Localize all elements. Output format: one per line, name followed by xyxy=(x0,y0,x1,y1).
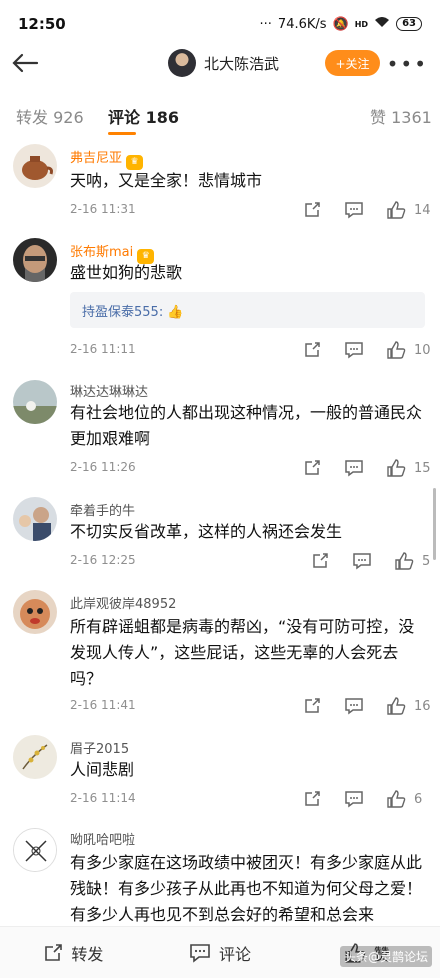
user-avatar[interactable] xyxy=(13,735,57,779)
follow-button[interactable]: +关注 xyxy=(325,50,380,76)
repost-label: 转发 xyxy=(71,944,104,964)
like-count: 10 xyxy=(414,342,431,358)
reply-icon[interactable] xyxy=(342,787,366,811)
tab-repost-count: 926 xyxy=(53,108,84,127)
like-count: 5 xyxy=(422,553,431,569)
comment-username[interactable]: 琳达达琳琳达 xyxy=(70,381,148,400)
comment-actions: 10 xyxy=(300,338,431,362)
comment-time: 2-16 11:11 xyxy=(70,342,136,356)
share-icon[interactable] xyxy=(300,338,324,362)
reply-preview[interactable]: 持盈保泰555: 👍 xyxy=(70,292,425,328)
comment-username[interactable]: 弗吉尼亚 ♛ xyxy=(70,147,144,170)
reply-icon[interactable] xyxy=(350,549,374,573)
network-speed: 74.6K/s xyxy=(277,16,327,32)
like-count: 16 xyxy=(414,698,431,714)
tab-comments-count: 186 xyxy=(145,108,179,127)
tab-repost[interactable]: 转发 926 xyxy=(16,104,84,128)
reply-icon[interactable] xyxy=(342,694,366,718)
mute-icon: 🔕 xyxy=(332,16,349,32)
comment-actions: 6 xyxy=(300,787,422,811)
comment-text: 不切实反省改革，这样的人祸还会发生 xyxy=(70,522,343,541)
share-icon[interactable] xyxy=(300,198,324,222)
back-button[interactable] xyxy=(0,40,50,86)
like-icon[interactable] xyxy=(392,549,416,573)
comment-username[interactable]: 牵着手的牛 xyxy=(70,500,135,519)
comment-actions: 15 xyxy=(300,456,431,480)
comment-text: 所有辟谣蛆都是病毒的帮凶，“没有可防可控，没发现人传人”，这些屁话，这些无辜的人… xyxy=(70,617,415,688)
comment-time: 2-16 12:25 xyxy=(70,553,136,567)
comment-time: 2-16 11:26 xyxy=(70,460,136,474)
share-icon[interactable] xyxy=(300,456,324,480)
like-count: 14 xyxy=(414,202,431,218)
scrollbar[interactable] xyxy=(433,488,436,560)
comment-text: 人间悲剧 xyxy=(70,760,135,779)
tab-likes-label: 赞 xyxy=(370,108,387,127)
share-icon[interactable] xyxy=(308,549,332,573)
like-icon[interactable] xyxy=(384,198,408,222)
comment-username[interactable]: 呦吼哈吧啦 xyxy=(70,829,135,848)
comment-time: 2-16 11:31 xyxy=(70,202,136,216)
user-avatar[interactable] xyxy=(13,497,57,541)
reply-icon[interactable] xyxy=(342,198,366,222)
tab-comments-label: 评论 xyxy=(108,108,141,127)
status-time: 12:50 xyxy=(18,15,66,33)
tab-repost-label: 转发 xyxy=(16,108,49,127)
comment-text: 盛世如狗的悲歌 xyxy=(70,263,183,282)
share-icon[interactable] xyxy=(300,694,324,718)
user-avatar[interactable] xyxy=(13,144,57,188)
comment-actions: 14 xyxy=(300,198,431,222)
comment-text: 有社会地位的人都出现这种情况，一般的普通民众更加艰难啊 xyxy=(70,403,423,448)
like-icon[interactable] xyxy=(384,787,408,811)
author-profile[interactable]: 北大陈浩武 xyxy=(168,49,279,77)
reply-icon[interactable] xyxy=(342,456,366,480)
author-avatar[interactable] xyxy=(168,49,196,77)
battery-icon: 63 xyxy=(396,17,422,31)
user-avatar[interactable] xyxy=(13,238,57,282)
repost-button[interactable]: 转发 xyxy=(0,927,147,978)
user-avatar[interactable] xyxy=(13,380,57,424)
top-navigation: 北大陈浩武 +关注 ••• xyxy=(0,40,440,86)
watermark: 头条@灵鹊论坛 xyxy=(339,946,432,967)
like-icon[interactable] xyxy=(384,694,408,718)
tab-comments[interactable]: 评论 186 xyxy=(108,104,179,128)
comment-text: 天呐，又是全家！悲情城市 xyxy=(70,171,263,190)
share-icon[interactable] xyxy=(300,787,324,811)
comment-username[interactable]: 眉子2015 xyxy=(70,738,129,757)
more-options-icon[interactable]: ••• xyxy=(387,52,428,76)
comment-actions: 16 xyxy=(300,694,431,718)
author-name[interactable]: 北大陈浩武 xyxy=(204,53,279,74)
comment-actions: 5 xyxy=(308,549,430,573)
active-tab-indicator xyxy=(108,132,136,135)
back-arrow-icon xyxy=(12,53,39,73)
reply-icon[interactable] xyxy=(342,338,366,362)
tab-likes[interactable]: 赞 1361 xyxy=(370,104,432,128)
wifi-icon xyxy=(374,16,390,32)
detail-tabs: 转发 926 评论 186 赞 1361 xyxy=(0,96,440,142)
reply-preview-text: 持盈保泰555: 👍 xyxy=(82,305,184,320)
hd-badge: HD xyxy=(354,19,369,29)
repost-icon xyxy=(45,943,63,961)
tab-likes-count: 1361 xyxy=(391,108,432,127)
comment-label: 评论 xyxy=(219,944,252,964)
like-count: 15 xyxy=(414,460,431,476)
comment-text: 有多少家庭在这场政绩中被团灭！有多少家庭从此残缺！有多少孩子从此再也不知道为何父… xyxy=(70,853,423,924)
like-count: 6 xyxy=(414,791,423,807)
comment-button[interactable]: 评论 xyxy=(147,927,294,978)
comment-time: 2-16 11:14 xyxy=(70,791,136,805)
comment-username[interactable]: 此岸观彼岸48952 xyxy=(70,593,176,612)
like-icon[interactable] xyxy=(384,338,408,362)
status-dots-icon: ··· xyxy=(259,16,272,32)
user-avatar[interactable] xyxy=(13,590,57,634)
comment-time: 2-16 11:41 xyxy=(70,698,136,712)
user-avatar[interactable] xyxy=(13,828,57,872)
like-icon[interactable] xyxy=(384,456,408,480)
comment-icon xyxy=(190,943,210,963)
